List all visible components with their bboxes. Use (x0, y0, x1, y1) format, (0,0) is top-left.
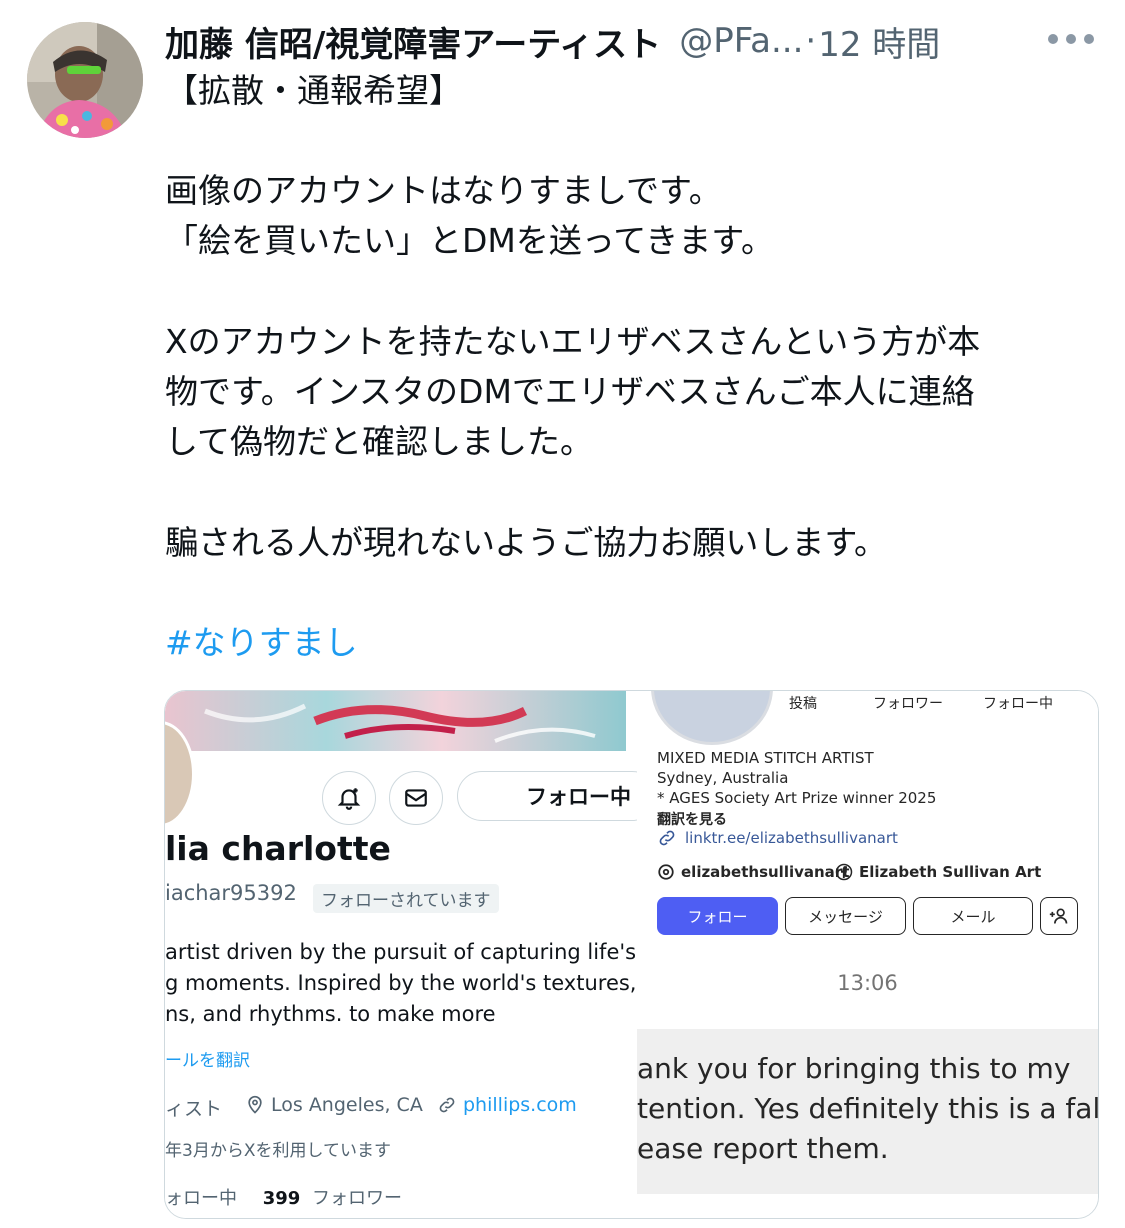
author-name[interactable]: 加藤 信昭/視覚障害アーティスト (165, 17, 661, 66)
joined-date: 年3月からXを利用しています (165, 1141, 391, 1161)
follow-counts: ォロー中 399 フォロワー (165, 1184, 402, 1210)
tweet-text-line: 画像のアカウントはなりすましです。 (165, 171, 722, 210)
ig-category: MIXED MEDIA STITCH ARTIST (657, 749, 874, 767)
link-icon (439, 1097, 455, 1113)
tweet-text-line: 「絵を買いたい」とDMを送ってきます。 (165, 221, 774, 260)
ig-facebook-name[interactable]: Elizabeth Sullivan Art (859, 863, 1041, 881)
website-link[interactable]: phillips.com (463, 1094, 577, 1116)
tweet-header: 加藤 信昭/視覚障害アーティスト @PFa... · 12 時間 (165, 16, 940, 66)
profile-display-name: lia charlotte (165, 829, 391, 868)
add-user-icon[interactable] (1040, 897, 1078, 935)
location-text: Los Angeles, CA (271, 1094, 423, 1116)
dm-message-line: ease report them. (637, 1132, 889, 1165)
ig-threads[interactable]: elizabethsullivanart (657, 863, 849, 881)
tweet-media[interactable]: フォロー中 lia charlotte iachar95392 フォローされてい… (164, 690, 1099, 1219)
translate-profile-link[interactable]: ールを翻訳 (165, 1046, 250, 1071)
hashtag-link[interactable]: #なりすまし (165, 618, 358, 668)
more-horizontal-icon[interactable] (1048, 29, 1094, 49)
dm-message-line: tention. Yes definitely this is a fal (637, 1092, 1098, 1125)
profile-bio-line: g moments. Inspired by the world's textu… (165, 971, 637, 995)
profile-bio-line: artist driven by the pursuit of capturin… (165, 940, 637, 964)
instagram-screenshot: 投稿 フォロワー フォロー中 MIXED MEDIA STITCH ARTIST… (637, 691, 1098, 1218)
ig-stat-posts: 投稿 (789, 696, 817, 712)
follows-you-badge: フォローされています (313, 884, 499, 913)
profile-website[interactable]: phillips.com (437, 1094, 577, 1116)
header-separator: · (805, 21, 817, 61)
tweet-text-line: 騙される人が現れないようご協力お願いします。 (165, 523, 888, 562)
profile-category: ィスト (165, 1098, 223, 1120)
tweet-text-line: 【拡散・通報希望】 (165, 71, 462, 110)
following-button[interactable]: フォロー中 (457, 771, 637, 821)
link-icon (659, 830, 675, 846)
facebook-icon (835, 863, 853, 881)
ig-threads-handle[interactable]: elizabethsullivanart (681, 863, 849, 881)
ig-stat-following: フォロー中 (983, 696, 1053, 712)
location-pin-icon (248, 1095, 262, 1114)
mail-icon[interactable] (389, 771, 443, 825)
ig-award: * AGES Society Art Prize winner 2025 (657, 789, 937, 807)
author-photo (27, 22, 143, 138)
author-handle[interactable]: @PFa... (679, 21, 803, 61)
ig-link-text[interactable]: linktr.ee/elizabethsullivanart (685, 829, 898, 847)
following-label[interactable]: ォロー中 (165, 1188, 237, 1209)
x-profile-screenshot: フォロー中 lia charlotte iachar95392 フォローされてい… (165, 691, 637, 1218)
ig-email-button[interactable]: メール (913, 897, 1033, 935)
tweet-text-line: 物です。インスタのDMでエリザベスさんご本人に連絡 (165, 372, 975, 411)
profile-location: Los Angeles, CA (245, 1094, 423, 1116)
ig-facebook[interactable]: Elizabeth Sullivan Art (835, 863, 1041, 881)
tweet-text-line: Xのアカウントを持たないエリザベスさんという方が本 (165, 322, 981, 361)
ig-translate-link[interactable]: 翻訳を見る (657, 809, 727, 829)
ig-message-button[interactable]: メッセージ (785, 897, 906, 935)
author-avatar[interactable] (27, 22, 143, 138)
profile-handle: iachar95392 (165, 881, 297, 905)
followers-label[interactable]: フォロワー (312, 1188, 402, 1209)
ig-profile-avatar (651, 691, 773, 745)
dm-message-line: ank you for bringing this to my (637, 1052, 1071, 1085)
dm-timestamp: 13:06 (837, 971, 898, 995)
ig-linktree[interactable]: linktr.ee/elizabethsullivanart (657, 828, 898, 848)
tweet-text-line: して偽物だと確認しました。 (165, 422, 594, 461)
profile-bio-line: ns, and rhythms. to make more (165, 1002, 496, 1026)
ig-stat-followers: フォロワー (873, 696, 943, 712)
notification-bell-icon[interactable] (322, 771, 376, 825)
followers-count[interactable]: 399 (263, 1188, 301, 1209)
tweet-timestamp[interactable]: 12 時間 (818, 17, 940, 66)
threads-icon (658, 864, 674, 880)
profile-banner (165, 691, 626, 751)
ig-follow-button[interactable]: フォロー (657, 897, 778, 935)
ig-location: Sydney, Australia (657, 769, 789, 787)
